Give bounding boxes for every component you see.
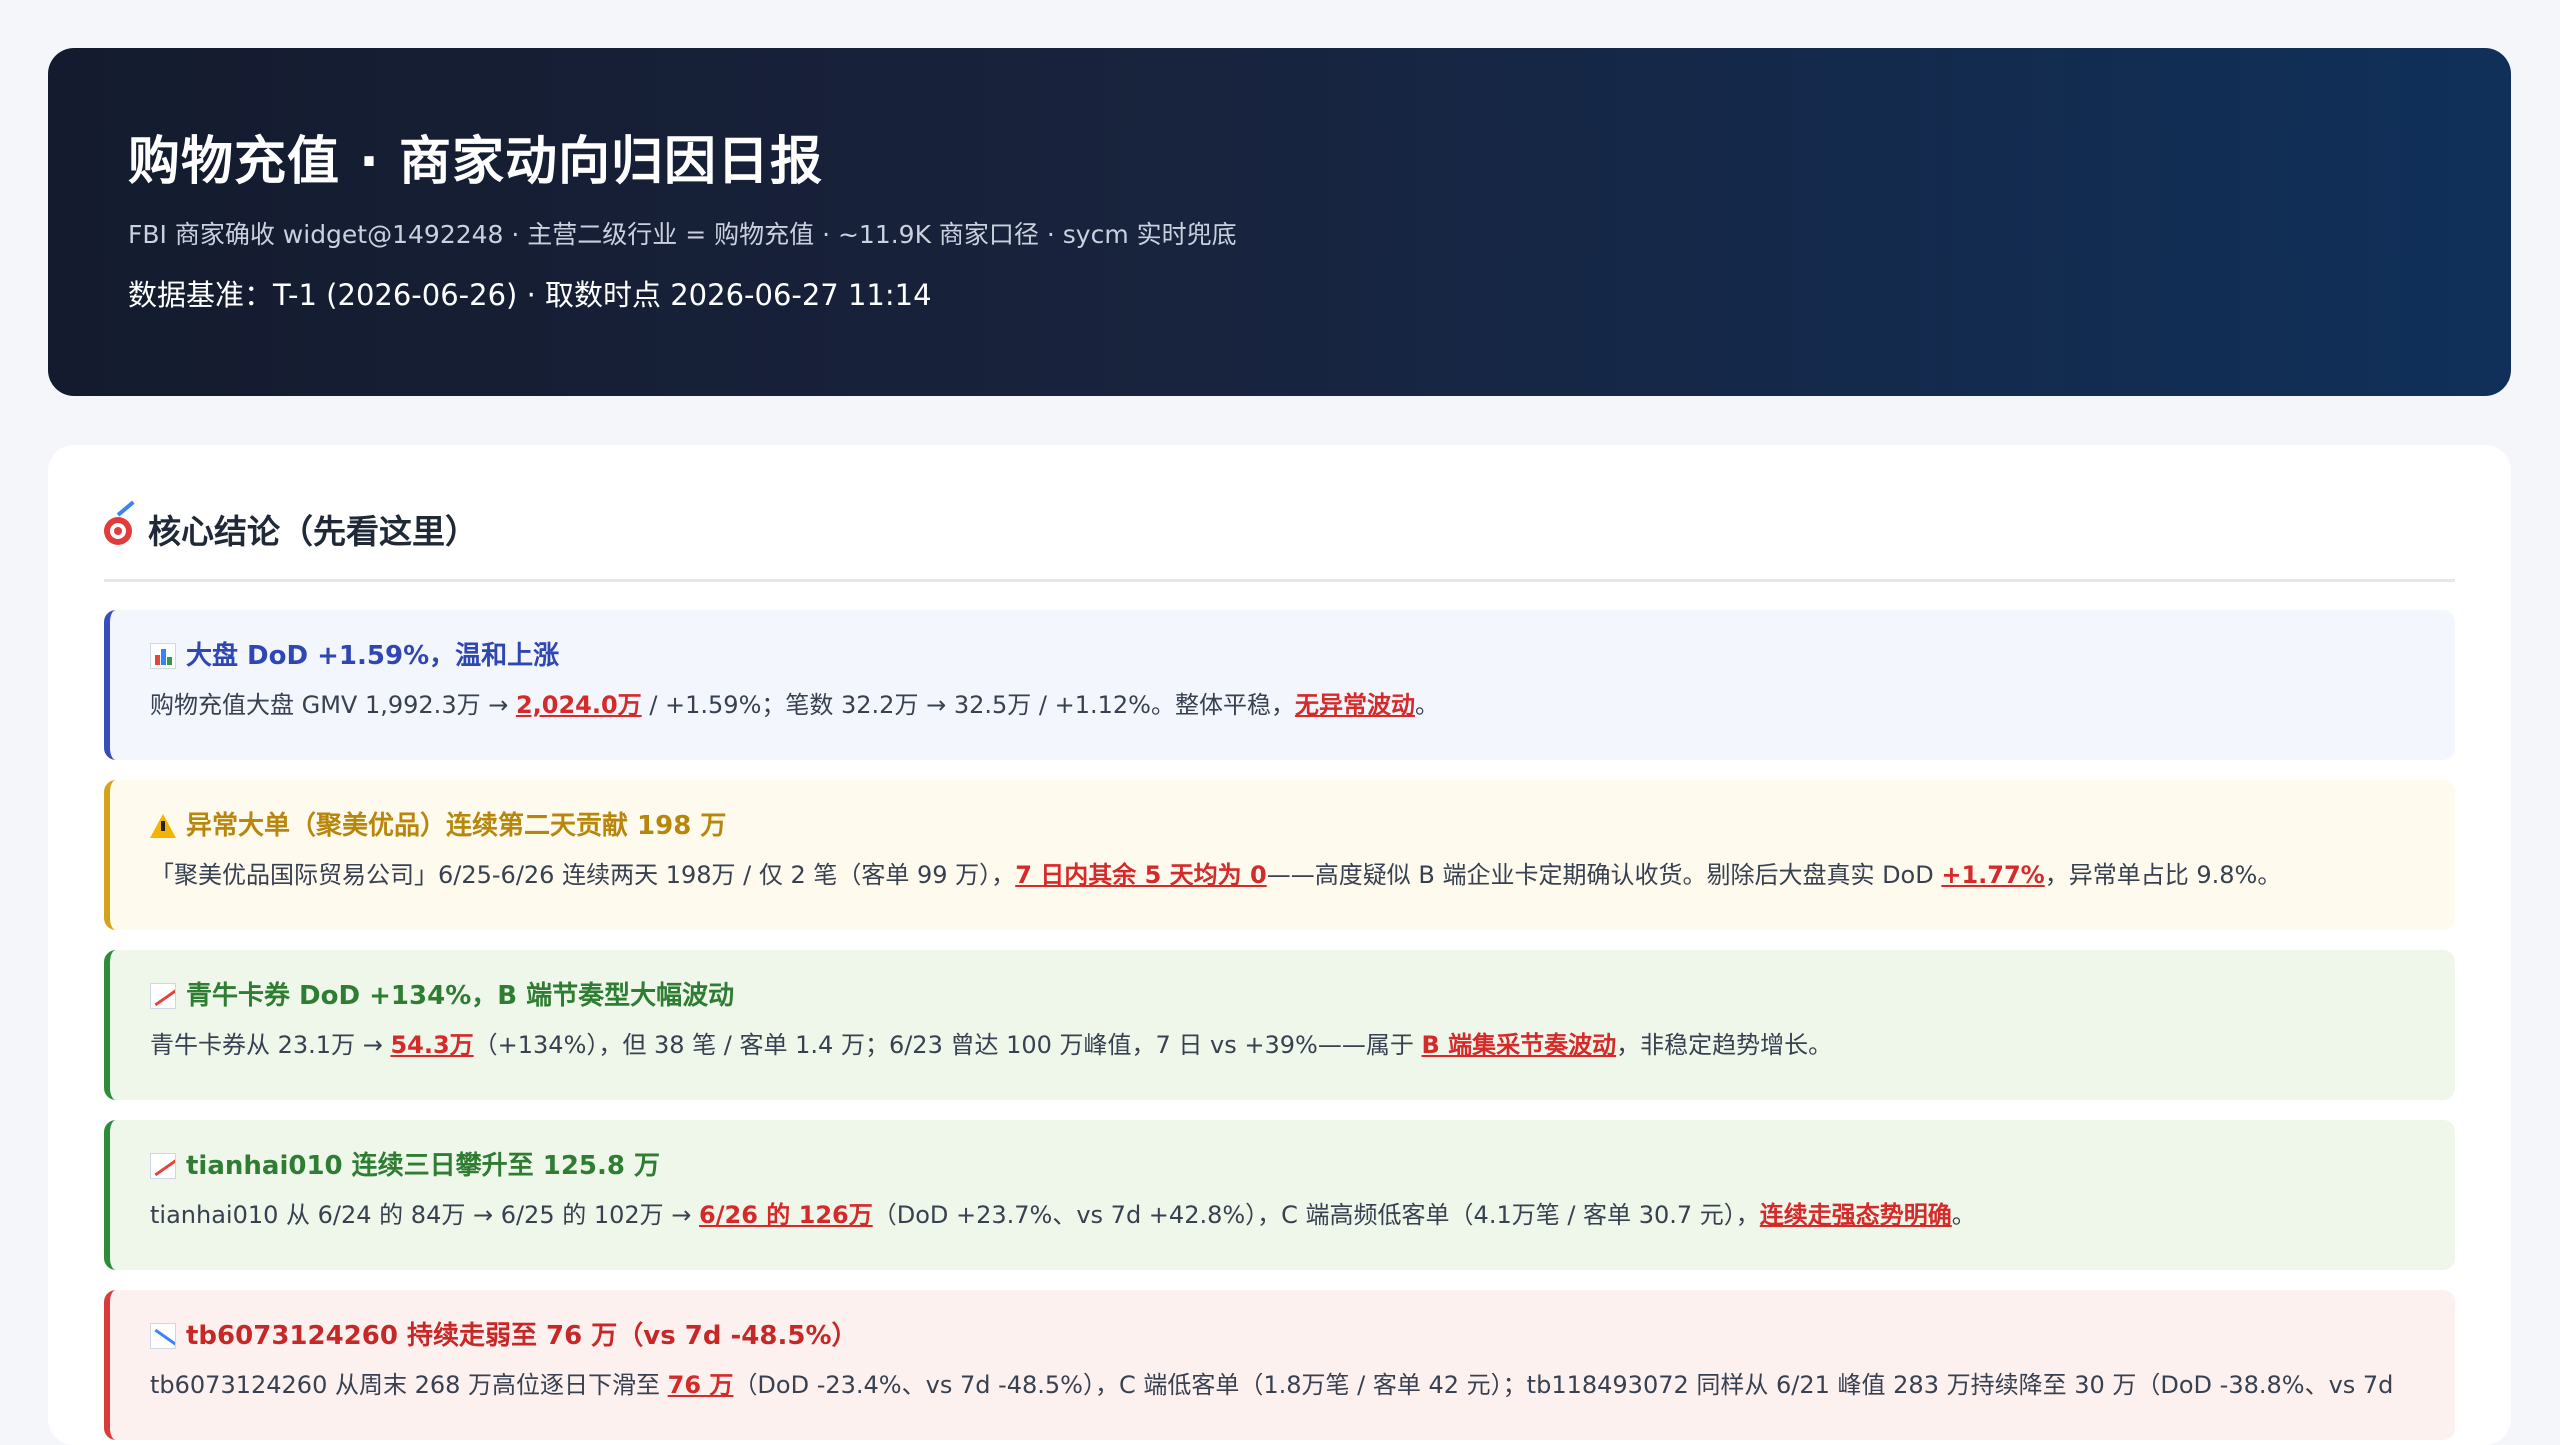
body-text: ，非稳定趋势增长。 (1616, 1031, 1833, 1059)
highlight-link[interactable]: 54.3万 (390, 1031, 473, 1059)
conclusion-body: tb6073124260 从周末 268 万高位逐日下滑至 76 万（DoD -… (150, 1368, 2455, 1402)
body-text: ，异常单占比 9.8%。 (2044, 861, 2282, 889)
highlight-link[interactable]: 6/26 的 126万 (699, 1201, 873, 1229)
report-subtitle: FBI 商家确收 widget@1492248 · 主营二级行业 = 购物充值 … (128, 220, 1237, 249)
highlight-link[interactable]: 连续走强态势明确 (1760, 1201, 1952, 1229)
conclusion-body: tianhai010 从 6/24 的 84万 → 6/25 的 102万 → … (150, 1198, 2455, 1232)
conclusion-title-text: 大盘 DoD +1.59%，温和上涨 (186, 641, 560, 671)
body-text: （DoD +23.7%、vs 7d +42.8%），C 端高频低客单（4.1万笔… (872, 1201, 1760, 1229)
conclusion-item: tianhai010 连续三日攀升至 125.8 万 tianhai010 从 6… (104, 1120, 2455, 1270)
body-text: / +1.59%；笔数 32.2万 → 32.5万 / +1.12%。整体平稳， (641, 691, 1295, 719)
body-text: （+134%），但 38 笔 / 客单 1.4 万；6/23 曾达 100 万峰… (473, 1031, 1422, 1059)
conclusion-title: tianhai010 连续三日攀升至 125.8 万 (150, 1120, 2455, 1184)
body-text: tb6073124260 从周末 268 万高位逐日下滑至 (150, 1371, 668, 1399)
conclusion-body: 青牛卡券从 23.1万 → 54.3万（+134%），但 38 笔 / 客单 1… (150, 1028, 2455, 1062)
body-text: 。 (1951, 1201, 1976, 1229)
body-text: 「聚美优品国际贸易公司」6/25-6/26 连续两天 198万 / 仅 2 笔（… (150, 861, 1016, 889)
report-header: 购物充值 · 商家动向归因日报 FBI 商家确收 widget@1492248 … (48, 48, 2511, 396)
trend-down-icon (150, 1323, 176, 1349)
body-text: 购物充值大盘 GMV 1,992.3万 → (150, 691, 516, 719)
conclusion-title: 异常大单（聚美优品）连续第二天贡献 198 万 (150, 780, 2455, 844)
highlight-link[interactable]: B 端集采节奏波动 (1421, 1031, 1616, 1059)
trend-up-icon (150, 1153, 176, 1179)
conclusion-body: 「聚美优品国际贸易公司」6/25-6/26 连续两天 198万 / 仅 2 笔（… (150, 858, 2455, 892)
conclusion-item: 青牛卡券 DoD +134%，B 端节奏型大幅波动青牛卡券从 23.1万 → 5… (104, 950, 2455, 1100)
bar-chart-icon (150, 643, 176, 669)
highlight-link[interactable]: +1.77% (1941, 861, 2044, 889)
core-conclusions-card: 核心结论（先看这里） 大盘 DoD +1.59%，温和上涨购物充值大盘 GMV … (48, 445, 2511, 1445)
section-divider (104, 579, 2455, 582)
highlight-link[interactable]: 76 万 (668, 1371, 734, 1399)
conclusion-title: 大盘 DoD +1.59%，温和上涨 (150, 610, 2455, 674)
page-title: 购物充值 · 商家动向归因日报 (128, 132, 823, 192)
warning-icon (150, 814, 176, 838)
body-text: tianhai010 从 6/24 的 84万 → 6/25 的 102万 → (150, 1201, 700, 1229)
body-text: （DoD -23.4%、vs 7d -48.5%），C 端低客单（1.8万笔 /… (733, 1371, 2394, 1399)
conclusion-list: 大盘 DoD +1.59%，温和上涨购物充值大盘 GMV 1,992.3万 → … (104, 610, 2455, 1440)
section-header: 核心结论（先看这里） (104, 493, 2455, 565)
trend-up-icon (150, 983, 176, 1009)
conclusion-item: 大盘 DoD +1.59%，温和上涨购物充值大盘 GMV 1,992.3万 → … (104, 610, 2455, 760)
conclusion-item: 异常大单（聚美优品）连续第二天贡献 198 万「聚美优品国际贸易公司」6/25-… (104, 780, 2455, 930)
highlight-link[interactable]: 7 日内其余 5 天均为 0 (1015, 861, 1267, 889)
conclusion-title: tb6073124260 持续走弱至 76 万（vs 7d -48.5%） (150, 1290, 2455, 1354)
target-icon (104, 500, 136, 545)
conclusion-title-text: 青牛卡券 DoD +134%，B 端节奏型大幅波动 (186, 981, 735, 1011)
highlight-link[interactable]: 无异常波动 (1295, 691, 1415, 719)
body-text: ——高度疑似 B 端企业卡定期确认收货。剔除后大盘真实 DoD (1266, 861, 1942, 889)
conclusion-body: 购物充值大盘 GMV 1,992.3万 → 2,024.0万 / +1.59%；… (150, 688, 2455, 722)
conclusion-title: 青牛卡券 DoD +134%，B 端节奏型大幅波动 (150, 950, 2455, 1014)
body-text: 青牛卡券从 23.1万 → (150, 1031, 391, 1059)
highlight-link[interactable]: 2,024.0万 (516, 691, 642, 719)
conclusion-title-text: 异常大单（聚美优品）连续第二天贡献 198 万 (186, 811, 727, 841)
conclusion-title-text: tianhai010 连续三日攀升至 125.8 万 (186, 1151, 661, 1181)
data-baseline: 数据基准：T-1 (2026-06-26) · 取数时点 2026-06-27 … (128, 278, 932, 312)
conclusion-title-text: tb6073124260 持续走弱至 76 万（vs 7d -48.5%） (186, 1321, 858, 1351)
body-text: 。 (1414, 691, 1439, 719)
section-title: 核心结论（先看这里） (148, 512, 478, 551)
conclusion-item: tb6073124260 持续走弱至 76 万（vs 7d -48.5%） tb6… (104, 1290, 2455, 1440)
